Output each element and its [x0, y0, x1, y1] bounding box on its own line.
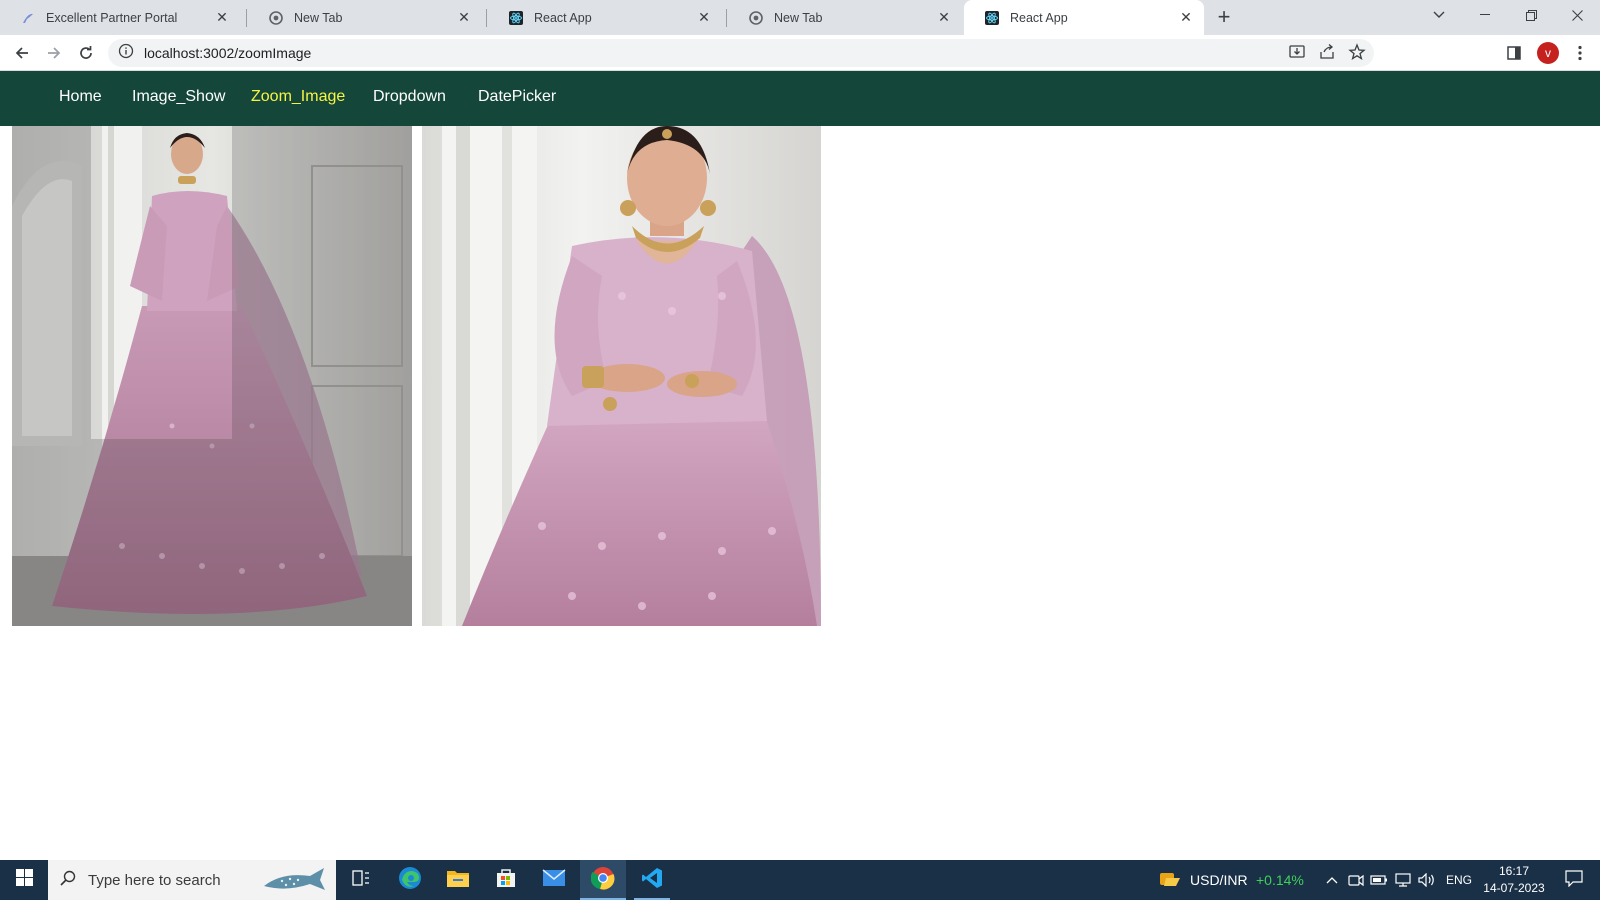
- react-favicon-icon: [984, 10, 1000, 26]
- screen: Excellent Partner Portal ✕ New Tab ✕ Rea…: [0, 0, 1600, 900]
- clock-date: 14-07-2023: [1483, 881, 1545, 895]
- whale-shark-search-highlight-icon: [262, 864, 326, 900]
- vscode-taskbar-button[interactable]: [630, 860, 674, 900]
- tab-title: React App: [1010, 10, 1068, 25]
- reload-button[interactable]: [72, 39, 100, 67]
- taskbar-search-box[interactable]: Type here to search: [48, 860, 336, 900]
- tab-new-tab[interactable]: New Tab ✕: [248, 0, 482, 35]
- close-tab-icon[interactable]: ✕: [696, 9, 712, 26]
- task-view-icon: [352, 869, 370, 891]
- vscode-icon: [641, 867, 663, 894]
- minimize-button[interactable]: [1462, 0, 1508, 30]
- forward-button[interactable]: [40, 39, 68, 67]
- language-indicator[interactable]: ENG: [1446, 860, 1472, 900]
- portal-favicon-icon: [20, 10, 36, 26]
- ticker-label[interactable]: USD/INR: [1190, 860, 1248, 900]
- address-bar[interactable]: localhost:3002/zoomImage: [108, 39, 1374, 67]
- tab-react-app-active[interactable]: React App ✕: [964, 0, 1204, 35]
- chrome-favicon-icon: [268, 10, 284, 26]
- site-info-icon[interactable]: [118, 43, 134, 64]
- battery-icon[interactable]: [1368, 860, 1390, 900]
- clock-time: 16:17: [1498, 864, 1530, 878]
- lens-overlay-bottom: [91, 439, 232, 626]
- bookmark-star-icon[interactable]: [1348, 43, 1366, 66]
- search-placeholder: Type here to search: [88, 871, 221, 889]
- close-tab-icon[interactable]: ✕: [1178, 9, 1194, 26]
- restore-button[interactable]: [1508, 0, 1554, 30]
- task-view-button[interactable]: [339, 860, 383, 900]
- mail-icon: [542, 868, 566, 892]
- notification-icon: [1565, 869, 1583, 892]
- profile-button[interactable]: v: [1534, 39, 1562, 67]
- lehenga-zoom-photo: [422, 126, 821, 626]
- tab-divider: [486, 9, 487, 27]
- nav-link-image-show[interactable]: Image_Show: [132, 88, 225, 106]
- close-tab-icon[interactable]: ✕: [214, 9, 230, 26]
- search-icon: [60, 870, 76, 891]
- nav-link-home[interactable]: Home: [59, 88, 102, 106]
- zoom-lens[interactable]: [91, 126, 232, 439]
- show-hidden-icons-chevron-icon[interactable]: [1322, 860, 1342, 900]
- lens-overlay-right: [232, 126, 412, 626]
- tab-search-chevron-icon[interactable]: [1416, 0, 1462, 30]
- close-tab-icon[interactable]: ✕: [936, 9, 952, 26]
- chrome-taskbar-button[interactable]: [580, 860, 626, 900]
- side-panel-icon[interactable]: [1500, 39, 1528, 67]
- windows-logo-icon: [15, 869, 33, 891]
- folder-icon: [446, 868, 470, 893]
- tab-divider: [726, 9, 727, 27]
- new-tab-button[interactable]: +: [1212, 6, 1236, 30]
- lehenga-full-image[interactable]: [12, 126, 412, 626]
- windows-taskbar: Type here to search USD/INR +0.14% ENG 1…: [0, 860, 1600, 900]
- tab-excellent-partner-portal[interactable]: Excellent Partner Portal ✕: [0, 0, 240, 35]
- clock[interactable]: 16:17 14-07-2023: [1474, 863, 1554, 897]
- volume-icon[interactable]: [1416, 860, 1438, 900]
- tab-title: New Tab: [774, 10, 823, 25]
- tab-title: Excellent Partner Portal: [46, 10, 178, 25]
- file-explorer-taskbar-button[interactable]: [436, 860, 480, 900]
- react-favicon-icon: [508, 10, 524, 26]
- tab-title: React App: [534, 10, 592, 25]
- meet-now-icon[interactable]: [1346, 860, 1366, 900]
- nav-link-datepicker[interactable]: DatePicker: [478, 88, 556, 106]
- browser-toolbar: localhost:3002/zoomImage v: [0, 35, 1600, 71]
- back-button[interactable]: [8, 39, 36, 67]
- avatar: v: [1537, 42, 1559, 64]
- store-icon: [495, 867, 517, 894]
- tab-divider: [246, 9, 247, 27]
- chrome-favicon-icon: [748, 10, 764, 26]
- app-navbar: Home Image_Show Zoom_Image Dropdown Date…: [0, 71, 1600, 126]
- nav-link-zoom-image[interactable]: Zoom_Image: [251, 88, 345, 106]
- tab-react-app[interactable]: React App ✕: [488, 0, 722, 35]
- url-text[interactable]: localhost:3002/zoomImage: [144, 45, 311, 61]
- stock-ticker-icon[interactable]: [1156, 860, 1184, 900]
- store-taskbar-button[interactable]: [484, 860, 528, 900]
- edge-icon: [398, 866, 422, 895]
- notifications-button[interactable]: [1554, 860, 1594, 900]
- nav-link-dropdown[interactable]: Dropdown: [373, 88, 446, 106]
- tab-new-tab[interactable]: New Tab ✕: [728, 0, 962, 35]
- tab-strip: Excellent Partner Portal ✕ New Tab ✕ Rea…: [0, 0, 1600, 35]
- tab-title: New Tab: [294, 10, 343, 25]
- edge-taskbar-button[interactable]: [388, 860, 432, 900]
- chrome-icon: [590, 866, 615, 895]
- lehenga-zoomed-image: [422, 126, 821, 626]
- close-window-button[interactable]: [1554, 0, 1600, 30]
- share-icon[interactable]: [1318, 43, 1336, 66]
- mail-taskbar-button[interactable]: [532, 860, 576, 900]
- start-button[interactable]: [0, 860, 48, 900]
- install-app-icon[interactable]: [1288, 43, 1306, 66]
- ticker-change: +0.14%: [1256, 872, 1304, 888]
- close-tab-icon[interactable]: ✕: [456, 9, 472, 26]
- network-icon[interactable]: [1392, 860, 1414, 900]
- menu-kebab-icon[interactable]: [1566, 39, 1594, 67]
- lens-overlay-left: [12, 126, 91, 626]
